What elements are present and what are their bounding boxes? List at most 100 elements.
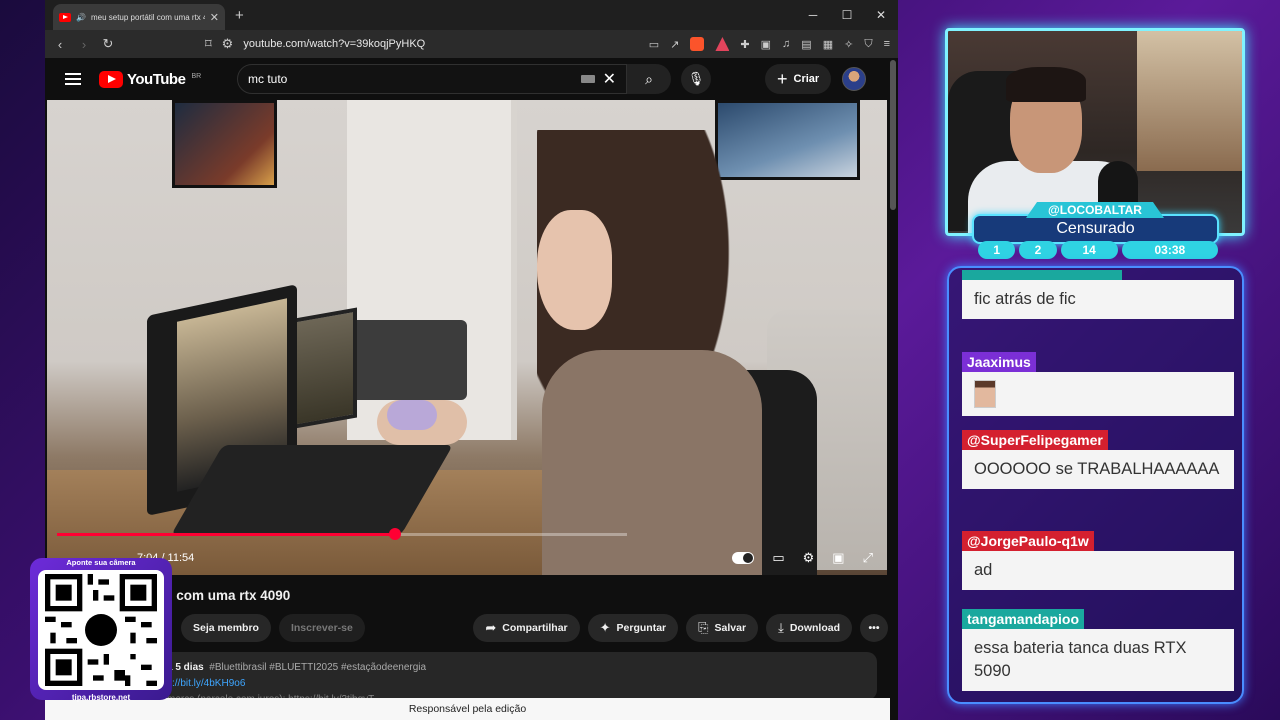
media-icon[interactable]: ♫ <box>782 38 790 50</box>
share-arrow-icon: ➦ <box>485 620 497 635</box>
cast-icon[interactable]: ▭ <box>649 38 659 51</box>
microphone-icon: 🎙 <box>687 71 705 86</box>
more-actions-button[interactable]: ••• <box>860 614 888 642</box>
sidebar-icon[interactable]: ▤ <box>801 38 811 51</box>
video-scene-person-face <box>537 210 612 330</box>
browser-tab[interactable]: 🔊 meu setup portátil com uma rtx 4090 ✕ <box>53 4 225 30</box>
chat-username: @JorgePaulo-q1w <box>962 531 1094 551</box>
stream-status-box: Censurado <box>972 214 1219 244</box>
ask-button[interactable]: ✦ Perguntar <box>587 614 679 642</box>
maximize-button[interactable]: ☐ <box>830 0 864 30</box>
more-dots-icon: ••• <box>868 622 880 634</box>
bookmark-save-icon: ⎘ <box>698 620 709 635</box>
chat-text: essa bateria tanca duas RTX 5090 <box>962 629 1234 691</box>
menu-icon[interactable]: ≡ <box>884 38 890 50</box>
chat-message: tangamandapioo essa bateria tanca duas R… <box>962 609 1234 691</box>
progress-scrubber[interactable] <box>389 528 401 540</box>
vpn-icon[interactable]: ⛉ <box>864 38 872 51</box>
download-icon: ⤓ <box>778 620 784 635</box>
search-text: mc tuto <box>248 72 288 86</box>
emote-icon <box>974 380 996 408</box>
video-scene-power-station <box>347 320 467 400</box>
youtube-play-icon <box>99 70 123 88</box>
page-scrollbar[interactable] <box>890 60 896 210</box>
stat-2: 2 <box>1019 241 1057 259</box>
save-button[interactable]: ⎘ Salvar <box>686 614 759 642</box>
settings-gear-icon[interactable]: ⚙ <box>803 550 815 566</box>
new-tab-button[interactable]: + <box>235 7 244 24</box>
search-input[interactable]: mc tuto ✕ <box>237 64 627 94</box>
close-window-button[interactable]: ✕ <box>864 0 898 30</box>
join-button[interactable]: Seja membro <box>181 614 271 642</box>
description-link[interactable]: s://bit.ly/4bKH9o6 <box>167 678 245 689</box>
youtube-wordmark: YouTube <box>127 70 186 88</box>
leo-ai-icon[interactable]: ✧ <box>844 38 853 51</box>
screenshot-icon[interactable]: ▣ <box>761 38 771 51</box>
share-icon[interactable]: ↗ <box>670 38 679 51</box>
stat-3: 14 <box>1060 241 1118 259</box>
account-avatar[interactable] <box>842 67 866 91</box>
chat-username-cut <box>962 270 1122 280</box>
search-icon: ⌕ <box>645 70 653 87</box>
chat-panel: fic atrás de fic Jaaximus @SuperFelipega… <box>947 266 1244 704</box>
chat-text: ad <box>962 551 1234 590</box>
site-info-icon[interactable]: ⚙ <box>222 36 234 52</box>
youtube-logo[interactable]: YouTube BR <box>99 70 202 88</box>
guide-menu-icon[interactable] <box>65 73 81 85</box>
sparkle-icon: ✦ <box>599 620 611 635</box>
clear-search-icon[interactable]: ✕ <box>603 69 616 89</box>
tab-bar: 🔊 meu setup portátil com uma rtx 4090 ✕ … <box>45 0 898 30</box>
chat-username: @SuperFelipegamer <box>962 430 1108 450</box>
brave-rewards-icon[interactable] <box>715 37 730 51</box>
keyboard-icon[interactable] <box>580 75 595 83</box>
url-text[interactable]: youtube.com/watch?v=39koqjPyHKQ <box>243 38 425 50</box>
chat-text: OOOOOO se TRABALHAAAAAA <box>962 450 1234 489</box>
download-label: Download <box>789 622 840 634</box>
qr-code-panel: Aponte sua câmera tipa.rbstore.net <box>30 558 172 702</box>
chat-message: Jaaximus <box>962 352 1234 416</box>
autoplay-toggle[interactable] <box>732 551 755 564</box>
webcam-window-light <box>1137 31 1242 171</box>
share-button[interactable]: ➦ Compartilhar <box>473 614 580 642</box>
minimize-button[interactable]: ─ <box>796 0 830 30</box>
progress-bar[interactable] <box>57 528 627 540</box>
region-code: BR <box>191 72 202 80</box>
subtitles-icon[interactable]: ▭ <box>772 550 784 566</box>
plus-icon: + <box>777 68 788 89</box>
video-scene-controller <box>387 400 437 430</box>
close-tab-icon[interactable]: ✕ <box>210 11 219 24</box>
tab-title: meu setup portátil com uma rtx 4090 <box>90 12 205 22</box>
qr-code <box>38 570 164 690</box>
qr-bottom-label: tipa.rbstore.net <box>71 693 131 702</box>
reload-button[interactable]: ↻ <box>101 36 115 52</box>
chat-username: Jaaximus <box>962 352 1036 372</box>
search-button[interactable]: ⌕ <box>627 64 671 94</box>
video-scene-poster <box>172 100 277 188</box>
create-button[interactable]: + Criar <box>765 64 832 94</box>
description-tags[interactable]: #Bluettibrasil #BLUETTI2025 #estaçãodeen… <box>209 662 426 673</box>
speaker-icon[interactable]: 🔊 <box>76 13 86 22</box>
video-description[interactable]: á 5 dias #Bluettibrasil #BLUETTI2025 #es… <box>51 652 877 705</box>
chat-username: tangamandapioo <box>962 609 1085 629</box>
window-controls: ─ ☐ ✕ <box>796 0 898 30</box>
chat-message: @SuperFelipegamer OOOOOO se TRABALHAAAAA… <box>962 430 1234 489</box>
stream-stats: 1 2 14 03:38 <box>978 241 1218 259</box>
fullscreen-icon[interactable]: ⤢ <box>863 550 873 566</box>
bookmark-icon[interactable]: ⌑ <box>205 36 212 52</box>
download-button[interactable]: ⤓ Download <box>766 614 852 642</box>
theater-mode-icon[interactable]: ▣ <box>832 550 844 566</box>
forward-button[interactable]: › <box>77 37 91 52</box>
chat-message: fic atrás de fic <box>962 270 1234 319</box>
save-label: Salvar <box>714 622 747 634</box>
wallet-icon[interactable]: ▦ <box>823 38 833 51</box>
qr-top-label: Aponte sua câmera <box>66 558 136 567</box>
address-bar-icons: ▭ ↗ ✚ ▣ ♫ ▤ ▦ ✧ ⛉ ≡ <box>649 37 890 51</box>
subscribe-button[interactable]: Inscrever-se <box>278 614 365 642</box>
qr-code-image <box>45 574 157 686</box>
back-button[interactable]: ‹ <box>53 37 67 52</box>
brave-shields-icon[interactable] <box>690 37 705 51</box>
extensions-icon[interactable]: ✚ <box>740 38 749 51</box>
voice-search-button[interactable]: 🎙 <box>681 64 711 94</box>
video-player[interactable]: ❚❚ 🔊 7:04 / 11:54 ▭ ⚙ ▣ ⤢ <box>47 100 887 575</box>
url-field[interactable]: ⌑ ⚙ youtube.com/watch?v=39koqjPyHKQ <box>205 36 639 52</box>
